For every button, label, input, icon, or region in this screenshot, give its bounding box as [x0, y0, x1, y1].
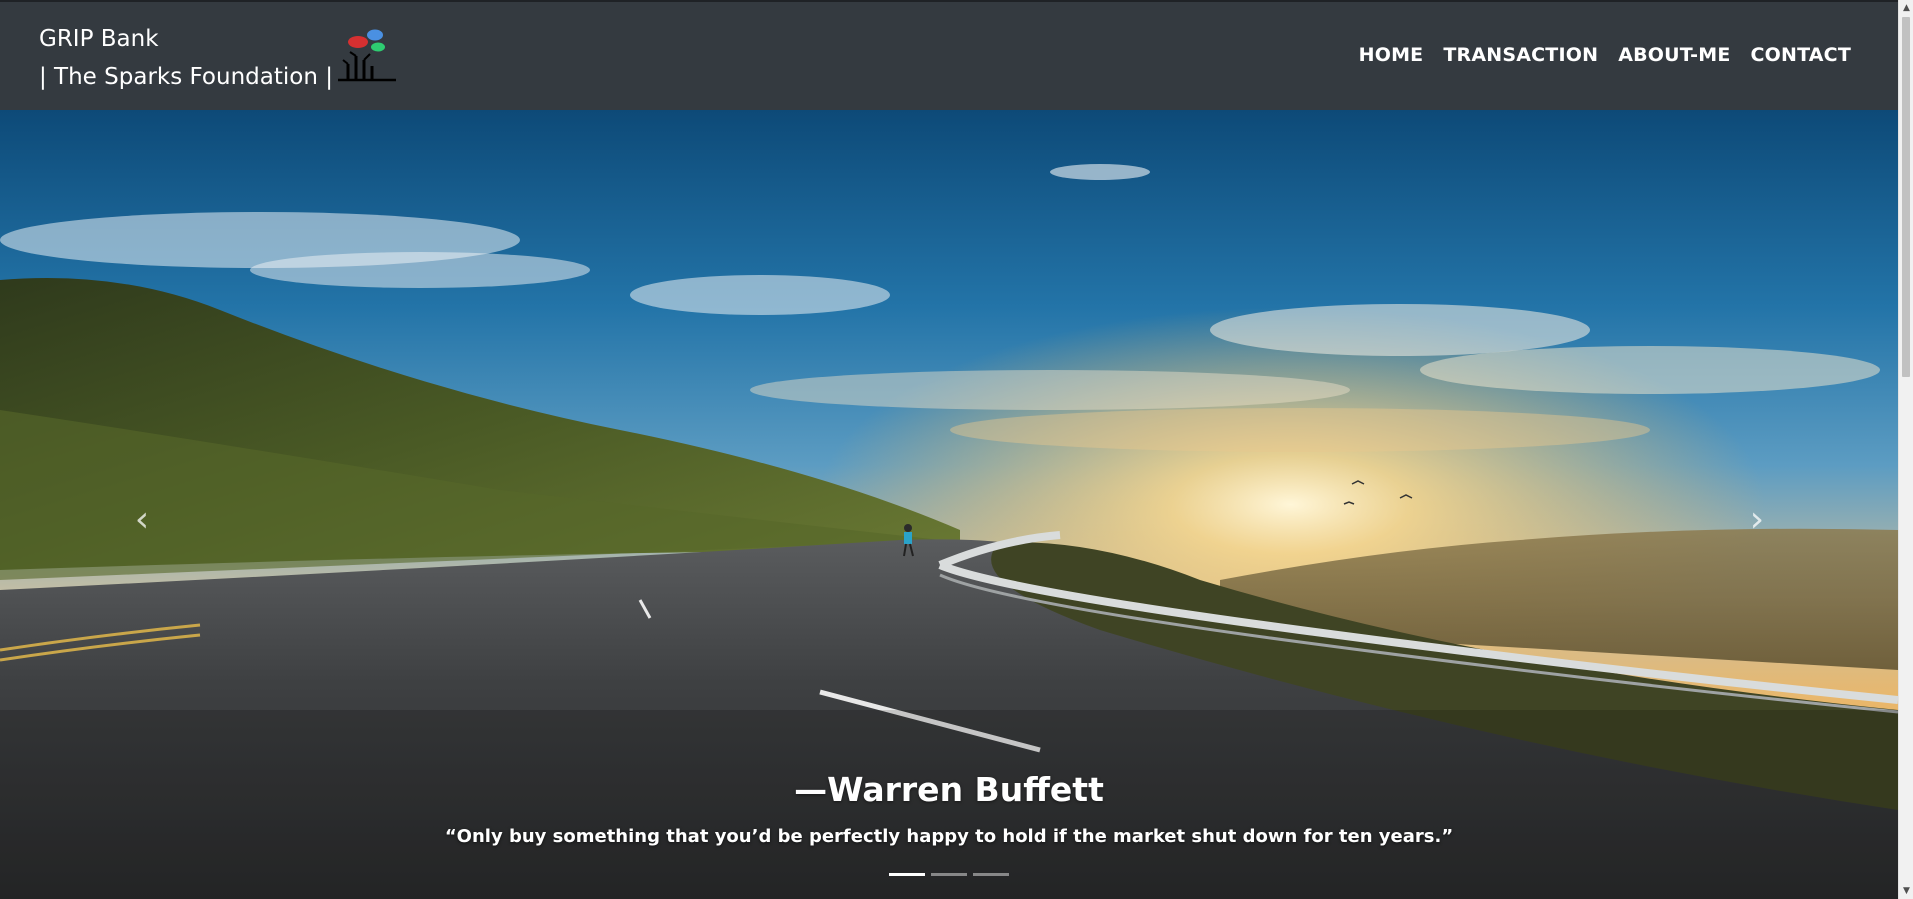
- scroll-down-arrow-icon[interactable]: ▼: [1899, 883, 1913, 899]
- carousel-indicator-1[interactable]: [889, 873, 925, 876]
- hero-carousel: ‹ › —Warren Buffett “Only buy something …: [0, 110, 1898, 899]
- carousel-next-button[interactable]: ›: [1737, 500, 1777, 540]
- page: GRIP Bank | The Sparks Foundation | HOME…: [0, 0, 1913, 899]
- chevron-right-icon: ›: [1749, 499, 1765, 540]
- carousel-indicators: [0, 873, 1898, 876]
- scrollbar-thumb[interactable]: [1902, 17, 1910, 377]
- caption-author: —Warren Buffett: [794, 770, 1104, 809]
- nav-link-contact[interactable]: CONTACT: [1751, 44, 1852, 66]
- nav-link-transaction[interactable]: TRANSACTION: [1443, 44, 1598, 66]
- nav-links: HOME TRANSACTION ABOUT-ME CONTACT: [1359, 44, 1851, 66]
- brand[interactable]: GRIP Bank | The Sparks Foundation |: [39, 20, 333, 96]
- brand-subtitle[interactable]: | The Sparks Foundation |: [39, 58, 333, 96]
- carousel-prev-button[interactable]: ‹: [122, 500, 162, 540]
- vertical-scrollbar[interactable]: ▲ ▼: [1898, 0, 1913, 899]
- brand-title[interactable]: GRIP Bank: [39, 20, 333, 58]
- carousel-indicator-2[interactable]: [931, 873, 967, 876]
- chevron-left-icon: ‹: [134, 499, 150, 540]
- carousel-indicator-3[interactable]: [973, 873, 1009, 876]
- nav-link-home[interactable]: HOME: [1359, 44, 1424, 66]
- sparks-foundation-logo-icon[interactable]: [334, 26, 400, 88]
- top-navbar: GRIP Bank | The Sparks Foundation | HOME…: [0, 0, 1898, 110]
- caption-quote: “Only buy something that you’d be perfec…: [444, 826, 1454, 847]
- nav-link-about-me[interactable]: ABOUT-ME: [1618, 44, 1730, 66]
- scroll-up-arrow-icon[interactable]: ▲: [1899, 0, 1913, 16]
